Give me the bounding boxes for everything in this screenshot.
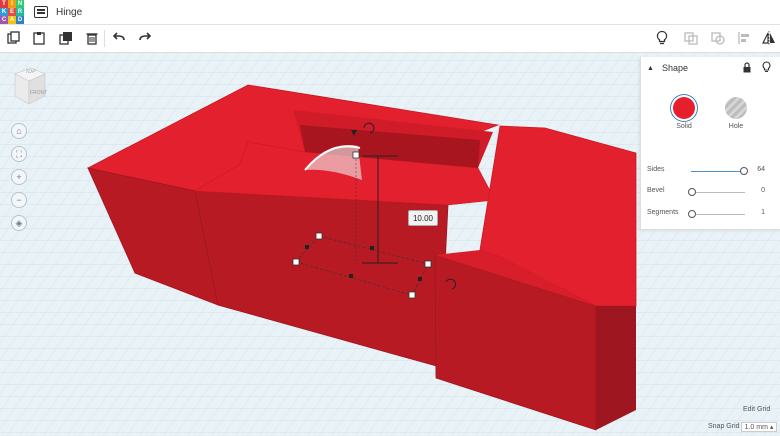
- hole-label: Hole: [728, 123, 744, 130]
- solid-swatch[interactable]: [673, 97, 695, 119]
- resize-handle[interactable]: [315, 232, 323, 240]
- home-icon[interactable]: ⌂: [11, 123, 27, 139]
- solid-option[interactable]: Solid: [664, 97, 704, 130]
- segments-value[interactable]: 1: [761, 209, 765, 216]
- sides-value[interactable]: 64: [757, 166, 765, 173]
- resize-handle[interactable]: [424, 260, 432, 268]
- toolbar-divider: [104, 30, 105, 47]
- logo-letter: K: [0, 8, 8, 16]
- segments-track: [691, 214, 745, 215]
- align-icon[interactable]: [736, 30, 752, 46]
- lock-icon[interactable]: [742, 62, 752, 75]
- edit-grid-button[interactable]: Edit Grid: [743, 406, 770, 413]
- designs-list-icon[interactable]: [34, 6, 48, 18]
- edge-handle[interactable]: [418, 277, 422, 281]
- segments-row: Segments 1: [647, 209, 775, 221]
- collapse-icon[interactable]: ▲: [647, 65, 654, 72]
- hole-swatch[interactable]: [725, 97, 747, 119]
- paste-icon[interactable]: [31, 30, 47, 46]
- view-cube-front-label: FRONT: [30, 90, 48, 96]
- shape-inspector: ▲ Shape Solid Hole Sides 64 Bevel 0 Segm…: [640, 57, 780, 230]
- zoom-out-icon[interactable]: −: [11, 192, 27, 208]
- logo-letter: I: [8, 0, 16, 8]
- zoom-in-icon[interactable]: +: [11, 169, 27, 185]
- sides-track: [691, 171, 745, 172]
- bevel-track: [691, 192, 745, 193]
- top-bar: TINKERCAD Hinge: [0, 0, 780, 25]
- light-icon[interactable]: [762, 61, 771, 75]
- view-cube-top-label: TOP: [23, 69, 37, 75]
- toolbar: [0, 25, 780, 53]
- snap-grid-label: Snap Grid: [708, 423, 740, 430]
- sides-row: Sides 64: [647, 166, 775, 178]
- sides-slider[interactable]: [740, 167, 748, 175]
- mirror-icon[interactable]: [761, 30, 777, 46]
- logo-letter: E: [8, 8, 16, 16]
- fit-icon[interactable]: ⛶: [11, 146, 27, 162]
- tinkercad-logo[interactable]: TINKERCAD: [0, 0, 24, 24]
- group-icon[interactable]: [683, 30, 699, 46]
- height-handle[interactable]: [352, 151, 360, 159]
- snap-grid-select[interactable]: 1.0 mm ▴: [741, 422, 777, 432]
- bevel-slider[interactable]: [688, 188, 696, 196]
- segments-slider[interactable]: [688, 210, 696, 218]
- logo-letter: A: [8, 16, 16, 24]
- duplicate-icon[interactable]: [58, 30, 74, 46]
- copy-icon[interactable]: [6, 30, 22, 46]
- ungroup-icon[interactable]: [710, 30, 726, 46]
- trash-icon[interactable]: [84, 30, 100, 46]
- edge-handle[interactable]: [349, 274, 353, 278]
- inspector-title: Shape: [661, 63, 688, 73]
- logo-letter: T: [0, 0, 8, 8]
- lightbulb-icon[interactable]: [654, 30, 670, 46]
- logo-letter: R: [16, 8, 24, 16]
- sides-label: Sides: [647, 166, 665, 173]
- resize-handle[interactable]: [408, 291, 416, 299]
- design-title[interactable]: Hinge: [56, 7, 82, 18]
- redo-icon[interactable]: [137, 30, 153, 46]
- logo-letter: D: [16, 16, 24, 24]
- edge-handle[interactable]: [305, 245, 309, 249]
- solid-label: Solid: [676, 123, 692, 130]
- edge-handle[interactable]: [370, 246, 374, 250]
- segments-label: Segments: [647, 209, 679, 216]
- undo-icon[interactable]: [111, 30, 127, 46]
- height-value-label[interactable]: 10.00: [408, 210, 438, 226]
- bevel-value[interactable]: 0: [761, 187, 765, 194]
- hole-option[interactable]: Hole: [716, 97, 756, 130]
- view-cube[interactable]: TOP FRONT: [11, 66, 47, 106]
- orthographic-icon[interactable]: ◈: [11, 215, 27, 231]
- logo-letter: N: [16, 0, 24, 8]
- resize-handle[interactable]: [292, 258, 300, 266]
- bevel-label: Bevel: [647, 187, 665, 194]
- bevel-row: Bevel 0: [647, 187, 775, 199]
- logo-letter: C: [0, 16, 8, 24]
